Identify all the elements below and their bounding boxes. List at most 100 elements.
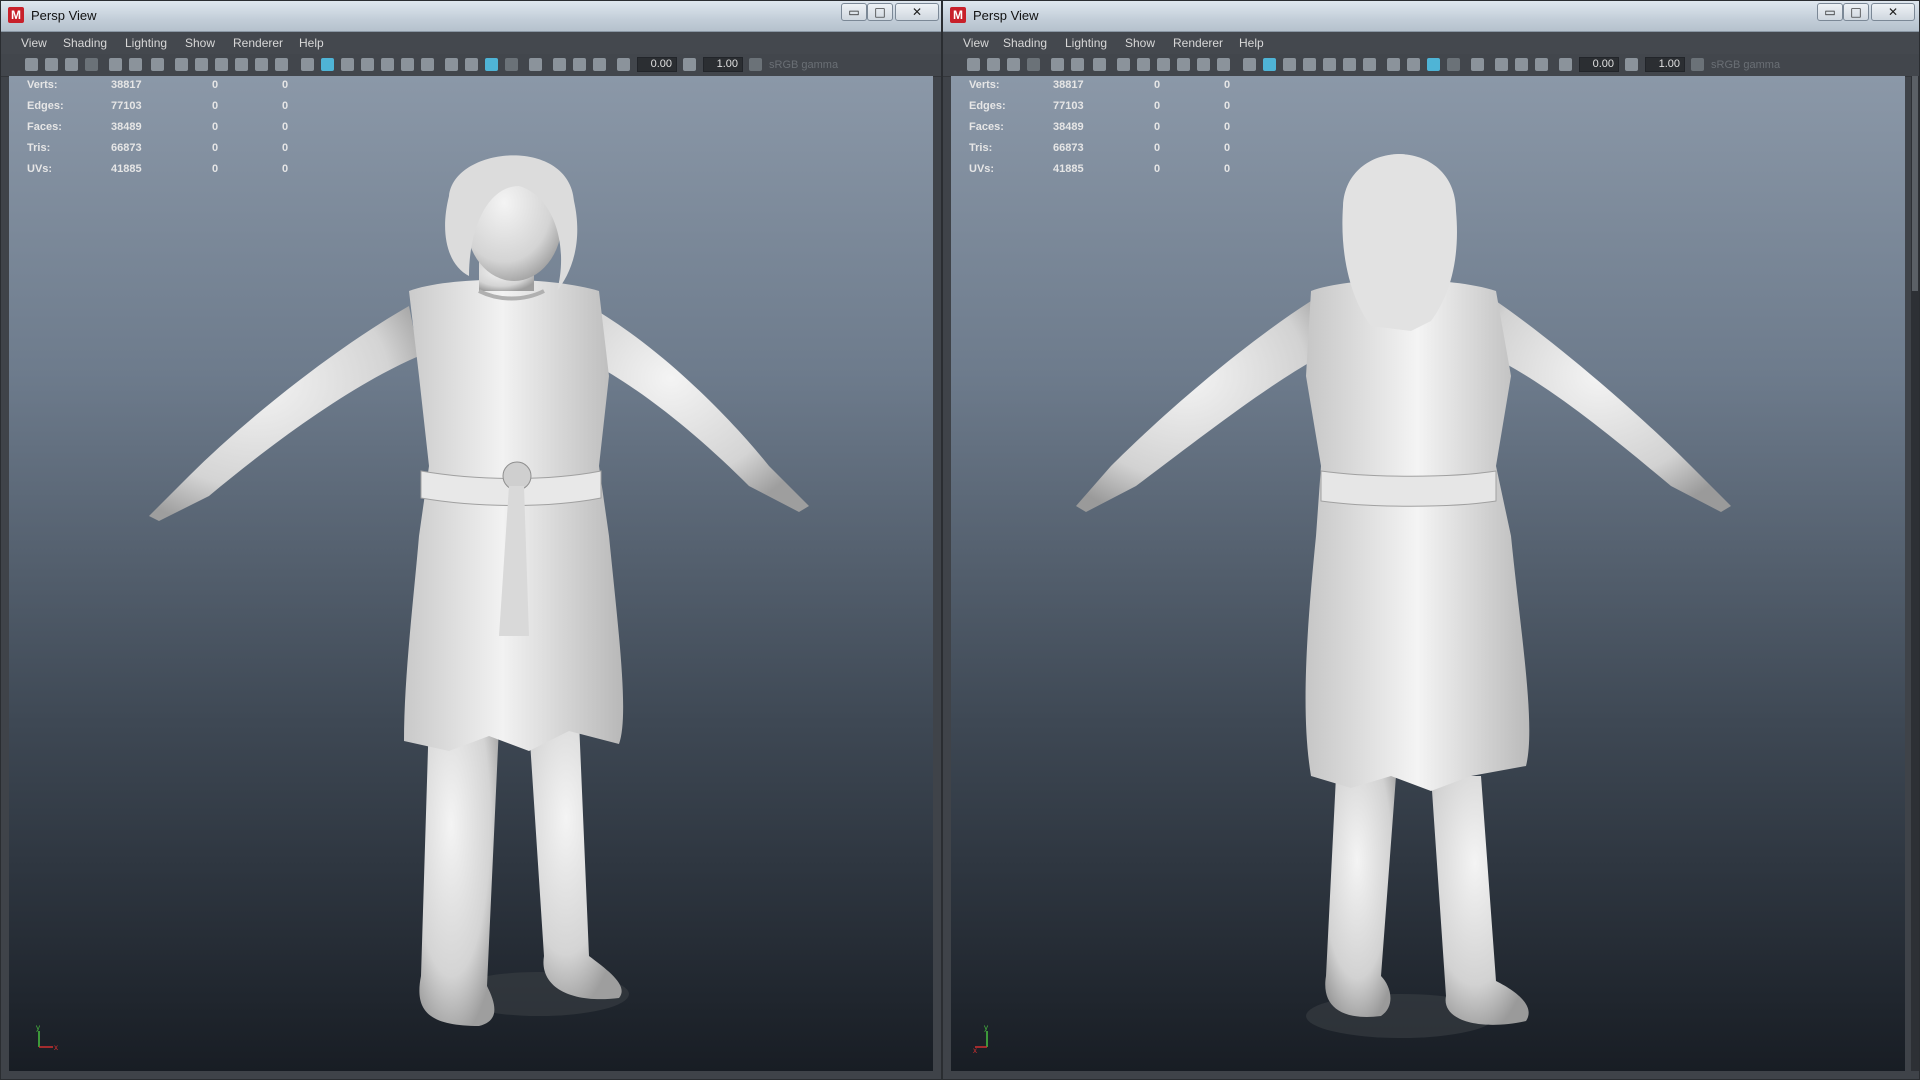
camera-select-icon[interactable]: [25, 58, 38, 71]
xray-joints-icon[interactable]: [1495, 58, 1508, 71]
axis-y-label: y: [36, 1023, 40, 1032]
image-plane-icon[interactable]: [85, 58, 98, 71]
motion-blur-icon[interactable]: [445, 58, 458, 71]
menu-show[interactable]: Show: [1125, 36, 1155, 50]
exposure-icon[interactable]: [617, 58, 630, 71]
menu-help[interactable]: Help: [1239, 36, 1264, 50]
dress: [1305, 279, 1530, 791]
gamma-icon[interactable]: [683, 58, 696, 71]
minimize-button[interactable]: ▭: [1817, 3, 1843, 21]
xray-active-icon[interactable]: [1515, 58, 1528, 71]
menu-view[interactable]: View: [21, 36, 47, 50]
safe-title-icon[interactable]: [275, 58, 288, 71]
gamma-field[interactable]: 1.00: [1645, 57, 1685, 72]
exposure-field[interactable]: 0.00: [1579, 57, 1619, 72]
gate-mask-icon[interactable]: [1157, 58, 1170, 71]
menu-bar: View Shading Lighting Show Renderer Help: [1, 32, 941, 54]
grid-icon[interactable]: [1093, 58, 1106, 71]
vertical-scrollbar[interactable]: [1911, 76, 1919, 1071]
safe-title-icon[interactable]: [1217, 58, 1230, 71]
resolution-gate-icon[interactable]: [195, 58, 208, 71]
title-bar[interactable]: M Persp View ▭ □ ✕: [943, 1, 1919, 32]
view-transform-label[interactable]: sRGB gamma: [1711, 58, 1780, 72]
wireframe-on-shaded-icon[interactable]: [1283, 58, 1296, 71]
grid-icon[interactable]: [151, 58, 164, 71]
menu-lighting[interactable]: Lighting: [1065, 36, 1107, 50]
color-management-icon[interactable]: [1691, 58, 1704, 71]
screen-space-ao-icon[interactable]: [421, 58, 434, 71]
safe-action-icon[interactable]: [255, 58, 268, 71]
screen-space-ao-icon[interactable]: [1363, 58, 1376, 71]
wireframe-icon[interactable]: [1243, 58, 1256, 71]
gate-mask-icon[interactable]: [215, 58, 228, 71]
depth-of-field-icon[interactable]: [485, 58, 498, 71]
gamma-icon[interactable]: [1625, 58, 1638, 71]
shadows-icon[interactable]: [401, 58, 414, 71]
menu-lighting[interactable]: Lighting: [125, 36, 167, 50]
shadows-icon[interactable]: [1343, 58, 1356, 71]
textured-icon[interactable]: [361, 58, 374, 71]
bookmark-icon[interactable]: [1007, 58, 1020, 71]
use-all-lights-icon[interactable]: [1323, 58, 1336, 71]
smooth-shade-icon[interactable]: [321, 58, 334, 71]
wireframe-on-shaded-icon[interactable]: [341, 58, 354, 71]
resolution-gate-icon[interactable]: [1137, 58, 1150, 71]
exposure-field[interactable]: 0.00: [637, 57, 677, 72]
image-plane-icon[interactable]: [1027, 58, 1040, 71]
motion-blur-icon[interactable]: [1387, 58, 1400, 71]
field-chart-icon[interactable]: [1177, 58, 1190, 71]
menu-show[interactable]: Show: [185, 36, 215, 50]
grease-pencil-icon[interactable]: [1071, 58, 1084, 71]
character-model-back[interactable]: [951, 76, 1905, 1071]
menu-renderer[interactable]: Renderer: [233, 36, 283, 50]
camera-select-icon[interactable]: [967, 58, 980, 71]
anti-aliasing-icon[interactable]: [1407, 58, 1420, 71]
exposure-icon[interactable]: [1559, 58, 1572, 71]
menu-shading[interactable]: Shading: [1003, 36, 1047, 50]
camera-attributes-icon[interactable]: [987, 58, 1000, 71]
maximize-button[interactable]: □: [1843, 3, 1869, 21]
use-all-lights-icon[interactable]: [381, 58, 394, 71]
backface-culling-icon[interactable]: [593, 58, 606, 71]
right-leg: [1431, 776, 1529, 1025]
2d-pan-zoom-icon[interactable]: [1051, 58, 1064, 71]
gamma-field[interactable]: 1.00: [703, 57, 743, 72]
textured-icon[interactable]: [1303, 58, 1316, 71]
close-button[interactable]: ✕: [895, 3, 939, 21]
menu-renderer[interactable]: Renderer: [1173, 36, 1223, 50]
viewport-back[interactable]: Verts: 38817 0 0 Edges: 77103 0 0 Faces:…: [951, 76, 1905, 1071]
safe-action-icon[interactable]: [1197, 58, 1210, 71]
isolate-select-icon[interactable]: [1447, 58, 1460, 71]
viewport-front[interactable]: Verts: 38817 0 0 Edges: 77103 0 0 Faces:…: [9, 76, 933, 1071]
anti-aliasing-icon[interactable]: [465, 58, 478, 71]
wireframe-icon[interactable]: [301, 58, 314, 71]
smooth-shade-icon[interactable]: [1263, 58, 1276, 71]
view-transform-label[interactable]: sRGB gamma: [769, 58, 838, 72]
menu-shading[interactable]: Shading: [63, 36, 107, 50]
close-button[interactable]: ✕: [1871, 3, 1915, 21]
menu-view[interactable]: View: [963, 36, 989, 50]
film-gate-icon[interactable]: [1117, 58, 1130, 71]
grease-pencil-icon[interactable]: [129, 58, 142, 71]
xray-active-icon[interactable]: [573, 58, 586, 71]
minimize-button[interactable]: ▭: [841, 3, 867, 21]
maximize-button[interactable]: □: [867, 3, 893, 21]
title-bar[interactable]: M Persp View ▭ □ ✕: [1, 1, 941, 32]
scrollbar-thumb[interactable]: [1912, 76, 1918, 291]
field-chart-icon[interactable]: [235, 58, 248, 71]
2d-pan-zoom-icon[interactable]: [109, 58, 122, 71]
camera-attributes-icon[interactable]: [45, 58, 58, 71]
xray-icon[interactable]: [529, 58, 542, 71]
depth-of-field-icon[interactable]: [1427, 58, 1440, 71]
left-arm: [1076, 301, 1321, 512]
xray-joints-icon[interactable]: [553, 58, 566, 71]
bookmark-icon[interactable]: [65, 58, 78, 71]
xray-icon[interactable]: [1471, 58, 1484, 71]
color-management-icon[interactable]: [749, 58, 762, 71]
film-gate-icon[interactable]: [175, 58, 188, 71]
menu-help[interactable]: Help: [299, 36, 324, 50]
character-model-front[interactable]: [9, 76, 933, 1071]
backface-culling-icon[interactable]: [1535, 58, 1548, 71]
axis-x-label: x: [973, 1046, 977, 1053]
isolate-select-icon[interactable]: [505, 58, 518, 71]
